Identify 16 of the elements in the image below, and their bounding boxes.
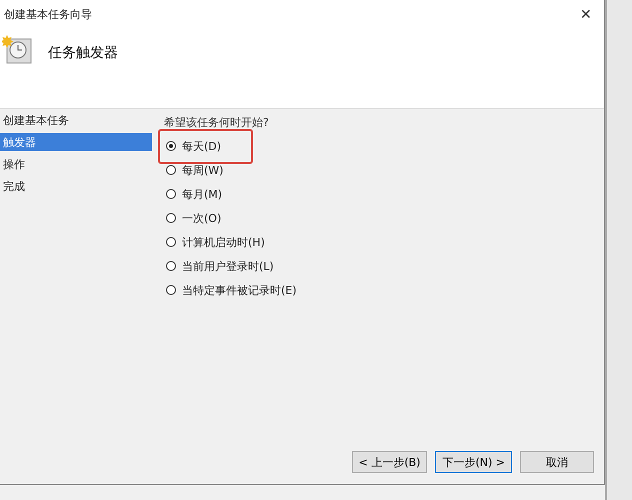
radio-option[interactable]: 一次(O)	[158, 204, 230, 232]
wizard-button[interactable]: 取消	[520, 451, 594, 473]
sidebar-item[interactable]: 触发器	[0, 133, 152, 151]
highlighted-radio-option[interactable]: 每天(D)	[158, 128, 254, 164]
radio-option[interactable]: 当前用户登录时(L)	[158, 252, 282, 280]
sidebar-item[interactable]: 完成	[0, 177, 152, 195]
sidebar-item[interactable]: 创建基本任务	[0, 111, 152, 129]
wizard-button[interactable]: 下一步(N) >	[435, 451, 512, 473]
sidebar-item[interactable]: 操作	[0, 155, 152, 173]
window-title: 创建基本任务向导	[4, 6, 92, 22]
radio-option[interactable]: 当特定事件被记录时(E)	[158, 276, 305, 304]
question-label: 希望该任务何时开始?	[164, 115, 270, 130]
radio-option[interactable]: 每月(M)	[158, 180, 230, 208]
wizard-button[interactable]: < 上一步(B)	[352, 451, 428, 473]
page-heading: 任务触发器	[48, 44, 118, 62]
radio-option[interactable]: 计算机启动时(H)	[158, 228, 273, 256]
